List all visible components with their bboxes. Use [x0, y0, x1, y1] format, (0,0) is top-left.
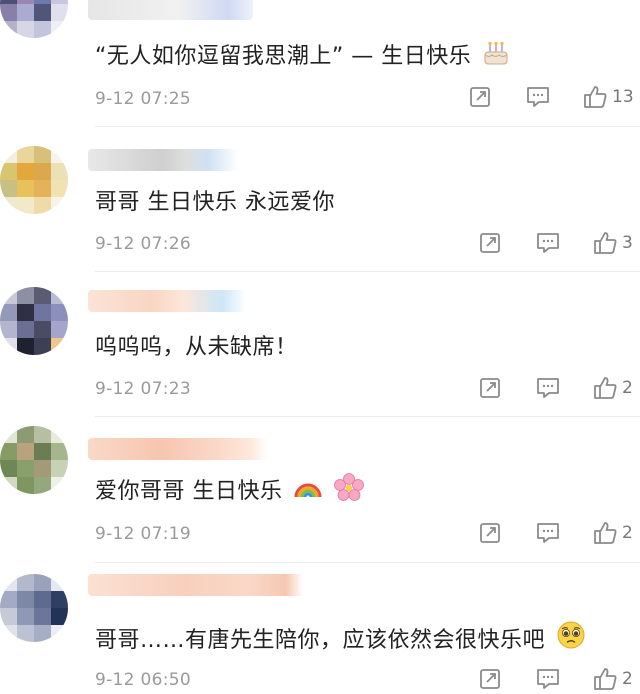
share-button[interactable]: [476, 376, 504, 400]
avatar[interactable]: [0, 574, 68, 642]
like-count: 2: [622, 523, 633, 543]
like-button[interactable]: 13: [582, 84, 640, 110]
pleading-face-icon: [556, 620, 586, 650]
comment-icon: [537, 523, 559, 543]
avatar[interactable]: [0, 287, 68, 355]
comment-1: “无人如你逗留我思潮上” — 生日快乐 9-12 07:25 13: [0, 0, 640, 126]
username-blurred[interactable]: [88, 290, 246, 312]
reply-button[interactable]: [534, 521, 562, 545]
comment-icon: [537, 378, 559, 398]
avatar[interactable]: [0, 0, 68, 38]
like-count: 3: [622, 233, 633, 253]
birthday-cake-icon: [482, 40, 510, 66]
rainbow-icon: [293, 475, 323, 501]
like-count: 13: [612, 87, 634, 107]
like-button[interactable]: 3: [592, 230, 640, 256]
like-count: 2: [622, 378, 633, 398]
timestamp: 9-12 07:25: [95, 89, 191, 109]
comment-icon: [527, 87, 549, 107]
share-button[interactable]: [466, 85, 494, 109]
username-blurred[interactable]: [88, 0, 253, 20]
comment-text: 呜呜呜，从未缺席！: [95, 335, 298, 360]
username-blurred[interactable]: [88, 574, 303, 596]
like-button[interactable]: 2: [592, 666, 640, 692]
timestamp: 9-12 06:50: [95, 670, 191, 690]
share-icon: [480, 378, 500, 398]
timestamp: 9-12 07:23: [95, 379, 191, 399]
timestamp: 9-12 07:19: [95, 524, 191, 544]
like-count: 2: [622, 669, 633, 689]
share-icon: [480, 669, 500, 689]
like-button[interactable]: 2: [592, 375, 640, 401]
reply-button[interactable]: [534, 376, 562, 400]
cherry-blossom-icon: [333, 473, 364, 501]
comment-text: 哥哥 生日快乐 永远爱你: [95, 190, 335, 215]
username-blurred[interactable]: [88, 438, 268, 460]
comment-4: 爱你哥哥 生日快乐 9-12 07:19 2: [0, 416, 640, 562]
thumbs-up-icon: [594, 377, 617, 399]
comment-5: 哥哥……有唐先生陪你，应该依然会很快乐吧 9-12 06:50 2: [0, 562, 640, 694]
comment-3: 呜呜呜，从未缺席！ 9-12 07:23 2: [0, 271, 640, 416]
thumbs-up-icon: [584, 86, 607, 108]
comment-icon: [537, 669, 559, 689]
reply-button[interactable]: [534, 231, 562, 255]
comment-text: “无人如你逗留我思潮上” — 生日快乐: [95, 38, 510, 70]
share-button[interactable]: [476, 521, 504, 545]
share-button[interactable]: [476, 231, 504, 255]
share-icon: [480, 523, 500, 543]
thumbs-up-icon: [594, 522, 617, 544]
share-icon: [480, 233, 500, 253]
reply-button[interactable]: [534, 667, 562, 691]
comment-text: 爱你哥哥 生日快乐: [95, 473, 364, 505]
thumbs-up-icon: [594, 232, 617, 254]
timestamp: 9-12 07:26: [95, 234, 191, 254]
share-icon: [470, 87, 490, 107]
avatar[interactable]: [0, 426, 68, 494]
avatar[interactable]: [0, 146, 68, 214]
reply-button[interactable]: [524, 85, 552, 109]
like-button[interactable]: 2: [592, 520, 640, 546]
thumbs-up-icon: [594, 668, 617, 690]
username-blurred[interactable]: [88, 149, 238, 171]
comment-2: 哥哥 生日快乐 永远爱你 9-12 07:26 3: [0, 126, 640, 271]
comment-text: 哥哥……有唐先生陪你，应该依然会很快乐吧: [95, 620, 586, 654]
comment-icon: [537, 233, 559, 253]
share-button[interactable]: [476, 667, 504, 691]
